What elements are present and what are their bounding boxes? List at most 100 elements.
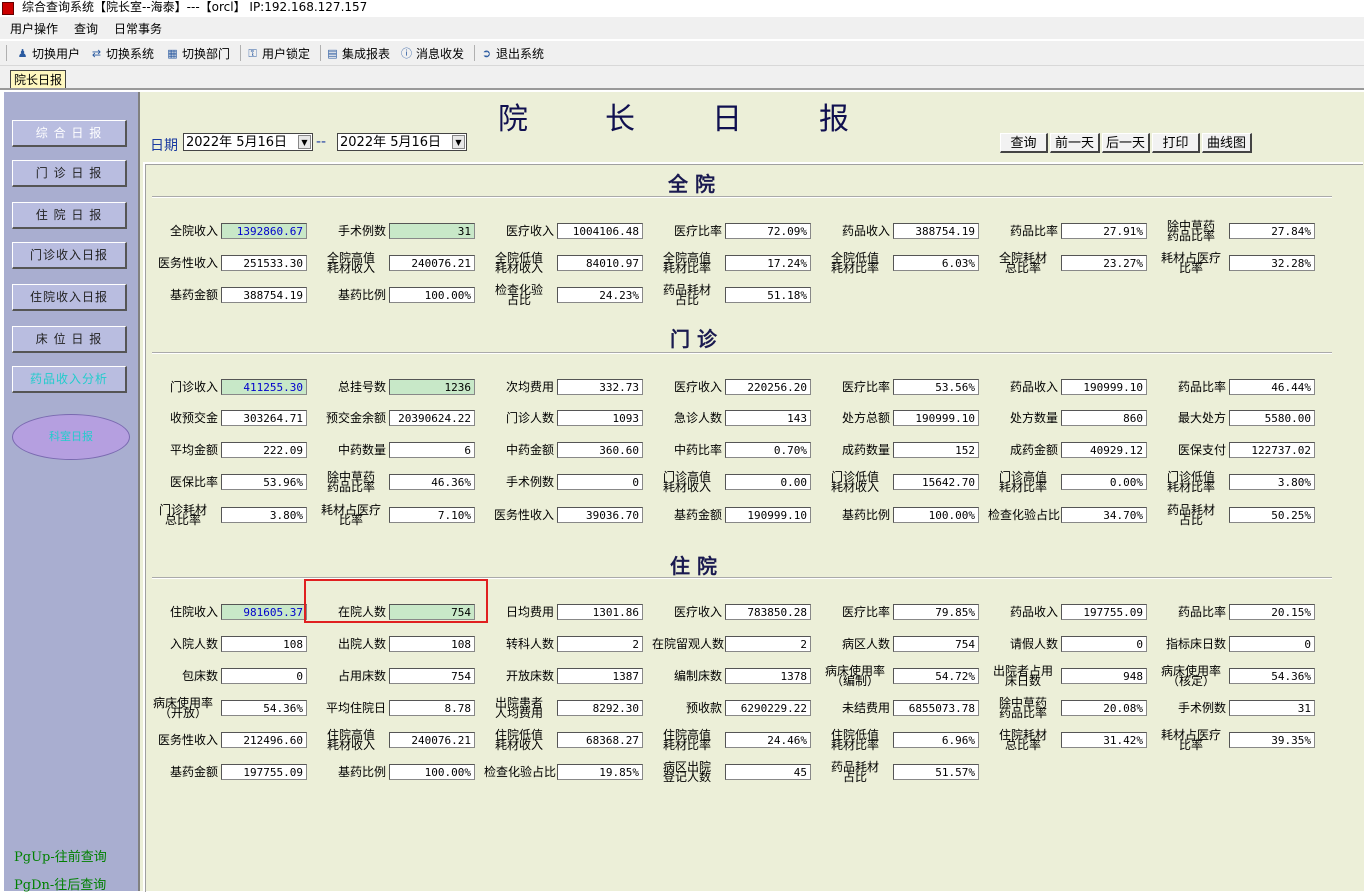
field-label: 未结费用 xyxy=(841,701,890,715)
field-value: 1093 xyxy=(557,410,643,426)
field-value: 34.70% xyxy=(1061,507,1147,523)
field-label: 医疗比率 xyxy=(841,380,890,394)
field-value: 79.85% xyxy=(893,604,979,620)
field-label: 门诊收入 xyxy=(169,380,218,394)
field-value: 31.42% xyxy=(1061,732,1147,748)
field-label: 住院高值 耗材比率 xyxy=(662,728,711,752)
field-value: 8.78 xyxy=(389,700,475,716)
date-from-select[interactable]: 2022年 5月16日 ▼ xyxy=(183,133,313,151)
field-label: 基药比例 xyxy=(337,765,386,779)
nav-drug-analysis[interactable]: 药品收入分析 xyxy=(12,366,127,393)
field-label: 医务性收入 xyxy=(493,508,554,522)
field-label: 门诊耗材 总比率 xyxy=(158,503,207,527)
field-value: 46.44% xyxy=(1229,379,1315,395)
field-value: 51.57% xyxy=(893,764,979,780)
field-label: 转科人数 xyxy=(505,637,554,651)
field-label: 耗材占医疗 比率 xyxy=(320,503,381,527)
field-label: 全院收入 xyxy=(169,224,218,238)
nav-outpatient-income[interactable]: 门诊收入日报 xyxy=(12,242,127,269)
field-value: 15642.70 xyxy=(893,474,979,490)
field-label: 门诊低值 耗材收入 xyxy=(830,470,879,494)
field-value: 754 xyxy=(893,636,979,652)
field-value: 6290229.22 xyxy=(725,700,811,716)
toolbar-separator xyxy=(240,45,241,61)
chart-button[interactable]: 曲线图 xyxy=(1202,133,1252,153)
menu-user-ops[interactable]: 用户操作 xyxy=(10,20,58,37)
field-value: 251533.30 xyxy=(221,255,307,271)
field-value: 240076.21 xyxy=(389,732,475,748)
lock-user-button[interactable]: ⚿ 用户锁定 xyxy=(246,44,310,62)
field-label: 手术例数 xyxy=(337,224,386,238)
field-value: 388754.19 xyxy=(893,223,979,239)
nav-inpatient-income[interactable]: 住院收入日报 xyxy=(12,284,127,311)
tab-dean-daily[interactable]: 院长日报 xyxy=(10,70,67,89)
field-value: 0.00 xyxy=(725,474,811,490)
field-value: 190999.10 xyxy=(1061,379,1147,395)
field-value: 303264.71 xyxy=(221,410,307,426)
users-icon: ♟ xyxy=(17,46,28,60)
field-label: 医务性收入 xyxy=(157,256,218,270)
field-value: 6.03% xyxy=(893,255,979,271)
field-value: 6 xyxy=(389,442,475,458)
field-label: 医疗收入 xyxy=(505,224,554,238)
field-label: 预交金余额 xyxy=(325,411,386,425)
field-label: 医保支付 xyxy=(1177,443,1226,457)
nav-outpatient-daily[interactable]: 门 诊 日 报 xyxy=(12,160,127,187)
print-button[interactable]: 打印 xyxy=(1152,133,1200,153)
report-button[interactable]: ▤ 集成报表 xyxy=(326,44,390,62)
switch-dept-button[interactable]: ▦ 切换部门 xyxy=(166,44,230,62)
section-title: 门 诊 xyxy=(670,327,717,351)
field-value: 24.23% xyxy=(557,287,643,303)
exit-icon: ➲ xyxy=(481,46,492,60)
query-button[interactable]: 查询 xyxy=(1000,133,1048,153)
field-value: 222.09 xyxy=(221,442,307,458)
chevron-down-icon[interactable]: ▼ xyxy=(298,135,311,149)
field-label: 住院高值 耗材收入 xyxy=(326,728,375,752)
field-label: 成药数量 xyxy=(841,443,890,457)
field-label: 医疗收入 xyxy=(673,605,722,619)
nav-inpatient-daily[interactable]: 住 院 日 报 xyxy=(12,202,127,229)
field-label: 平均金额 xyxy=(169,443,218,457)
date-to-select[interactable]: 2022年 5月16日 ▼ xyxy=(337,133,467,151)
field-label: 医务性收入 xyxy=(157,733,218,747)
field-label: 住院低值 耗材收入 xyxy=(494,728,543,752)
field-value: 100.00% xyxy=(389,764,475,780)
field-value: 27.91% xyxy=(1061,223,1147,239)
title-char: 报 xyxy=(819,102,849,137)
field-label: 药品收入 xyxy=(841,224,890,238)
field-label: 收预交金 xyxy=(169,411,218,425)
field-value: 19.85% xyxy=(557,764,643,780)
next-day-button[interactable]: 后一天 xyxy=(1102,133,1150,153)
prev-day-button[interactable]: 前一天 xyxy=(1050,133,1100,153)
field-value: 68368.27 xyxy=(557,732,643,748)
title-char: 日 xyxy=(712,102,742,137)
message-button[interactable]: ⓘ 消息收发 xyxy=(400,44,464,62)
field-value: 6855073.78 xyxy=(893,700,979,716)
chevron-down-icon[interactable]: ▼ xyxy=(452,135,465,149)
nav-bed-daily[interactable]: 床 位 日 报 xyxy=(12,326,127,353)
switch-user-button[interactable]: ♟ 切换用户 xyxy=(16,44,80,62)
field-label: 药品耗材 占比 xyxy=(1166,503,1215,527)
exit-button[interactable]: ➲ 退出系统 xyxy=(480,44,544,62)
report-icon: ▤ xyxy=(327,46,338,60)
field-label: 中药数量 xyxy=(337,443,386,457)
field-value: 0.00% xyxy=(1061,474,1147,490)
menu-daily[interactable]: 日常事务 xyxy=(114,20,162,37)
section-divider xyxy=(152,196,1332,198)
toolbar-separator xyxy=(474,45,475,61)
field-label: 药品比率 xyxy=(1177,605,1226,619)
dept-daily-button[interactable]: 科室日报 xyxy=(12,414,130,460)
field-value: 1392860.67 xyxy=(221,223,307,239)
field-value: 20390624.22 xyxy=(389,410,475,426)
field-label: 最大处方 xyxy=(1177,411,1226,425)
field-value: 27.84% xyxy=(1229,223,1315,239)
field-value: 20.08% xyxy=(1061,700,1147,716)
nav-comprehensive-daily[interactable]: 综 合 日 报 xyxy=(12,120,127,147)
menu-query[interactable]: 查询 xyxy=(74,20,98,37)
section-title: 全 院 xyxy=(668,172,715,196)
field-label: 住院低值 耗材比率 xyxy=(830,728,879,752)
field-label: 全院高值 耗材比率 xyxy=(662,251,711,275)
window-title: 综合查询系统【院长室--海泰】---【orcl】 IP:192.168.127.… xyxy=(22,0,368,14)
tab-strip: 院长日报 xyxy=(0,66,1364,90)
switch-system-button[interactable]: ⇄ 切换系统 xyxy=(90,44,154,62)
